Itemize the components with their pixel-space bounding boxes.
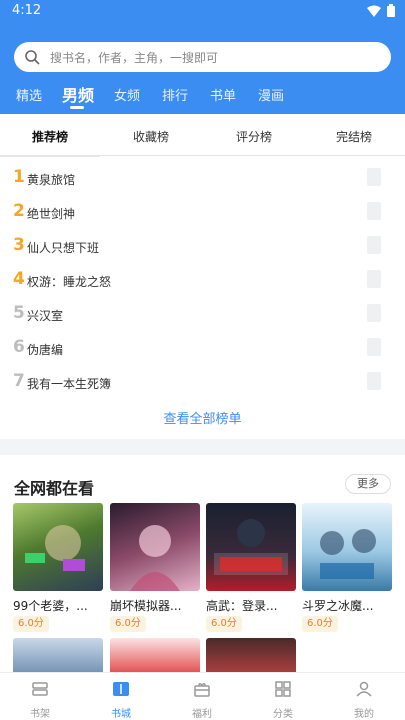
nav-welfare[interactable]: 福利 <box>172 679 232 720</box>
tab-favorite-rank[interactable]: 收藏榜 <box>133 128 169 145</box>
book-thumbnail <box>367 338 381 356</box>
tab-shudan[interactable]: 书单 <box>210 85 236 104</box>
nav-category[interactable]: 分类 <box>253 679 313 720</box>
tab-paihang[interactable]: 排行 <box>162 85 188 104</box>
book-thumbnail <box>367 270 381 288</box>
rank-book-title: 仙人只想下班 <box>27 241 100 255</box>
nav-label: 书城 <box>111 709 131 720</box>
nav-label: 我的 <box>354 709 374 720</box>
tab-manhua[interactable]: 漫画 <box>258 85 284 104</box>
tab-score-rank[interactable]: 评分榜 <box>236 128 272 145</box>
search-placeholder: 搜书名，作者，主角，一搜即可 <box>50 51 219 65</box>
book-score: 6.0分 <box>302 616 338 632</box>
nav-profile[interactable]: 我的 <box>334 679 394 720</box>
book-title: 斗罗之冰魔... <box>302 599 374 613</box>
view-all-rankings-link[interactable]: 查看全部榜单 <box>0 408 405 427</box>
book-thumbnail <box>367 202 381 220</box>
book-title: 崩坏模拟器... <box>110 599 182 613</box>
book-thumbnail <box>367 236 381 254</box>
profile-icon <box>356 681 372 697</box>
book-title: 高武：登录... <box>206 599 278 613</box>
book-score: 6.0分 <box>13 616 49 632</box>
ranking-card: 推荐榜 收藏榜 评分榜 完结榜 1 黄泉旅馆 2 绝世剑神 3 仙人只想下班 4… <box>0 114 405 439</box>
book-card[interactable]: 高武：登录... 6.0分 <box>206 503 296 632</box>
book-cover <box>302 503 392 591</box>
tab-jingxuan[interactable]: 精选 <box>16 85 42 104</box>
rank-number: 5 <box>13 303 25 323</box>
rank-tab-indicator <box>0 155 100 157</box>
book-cover[interactable] <box>110 638 200 675</box>
nav-label: 福利 <box>192 709 212 720</box>
wifi-icon <box>367 5 381 17</box>
app-header: 4:12 搜书名，作者，主角，一搜即可 精选 男频 女频 排行 书单 漫画 <box>0 0 405 114</box>
book-cover[interactable] <box>206 638 296 675</box>
status-bar: 4:12 <box>0 0 405 22</box>
popular-section: 全网都在看 更多 99个老婆，... 6.0分 崩坏模拟器... 6.0分 高武… <box>0 455 405 675</box>
book-cover <box>110 503 200 591</box>
rank-book-title: 权游：睡龙之怒 <box>27 275 112 289</box>
tab-recommend-rank[interactable]: 推荐榜 <box>32 128 68 145</box>
book-thumbnail <box>367 304 381 322</box>
rank-number: 2 <box>13 201 25 221</box>
gift-icon <box>194 682 210 697</box>
rank-number: 3 <box>13 235 25 255</box>
search-icon <box>25 50 40 65</box>
rank-row[interactable]: 4 权游：睡龙之怒 <box>0 266 405 298</box>
rank-book-title: 兴汉室 <box>27 309 64 323</box>
book-thumbnail <box>367 372 381 390</box>
book-cover[interactable] <box>13 638 103 675</box>
rank-book-title: 伪唐编 <box>27 343 64 357</box>
search-bar[interactable]: 搜书名，作者，主角，一搜即可 <box>14 42 391 72</box>
book-card[interactable]: 斗罗之冰魔... 6.0分 <box>302 503 392 632</box>
active-tab-indicator <box>70 106 84 109</box>
rank-book-title: 黄泉旅馆 <box>27 173 76 187</box>
tab-nanpin[interactable]: 男频 <box>62 82 94 106</box>
battery-icon <box>387 4 395 17</box>
rank-number: 6 <box>13 337 25 357</box>
category-icon <box>275 681 291 697</box>
nav-bookshelf[interactable]: 书架 <box>10 679 70 720</box>
rank-row[interactable]: 3 仙人只想下班 <box>0 232 405 264</box>
rank-tabs: 推荐榜 收藏榜 评分榜 完结榜 <box>0 114 405 157</box>
bookshelf-icon <box>32 682 48 696</box>
book-card[interactable]: 崩坏模拟器... 6.0分 <box>110 503 200 632</box>
book-cover <box>206 503 296 591</box>
status-icons <box>367 4 395 17</box>
tab-nvpin[interactable]: 女频 <box>114 85 140 104</box>
rank-row[interactable]: 1 黄泉旅馆 <box>0 164 405 196</box>
rank-row[interactable]: 6 伪唐编 <box>0 334 405 366</box>
book-title: 99个老婆，... <box>13 599 88 613</box>
rank-number: 4 <box>13 269 25 289</box>
nav-label: 书架 <box>30 709 50 720</box>
section-title: 全网都在看 <box>14 479 95 498</box>
rank-book-title: 绝世剑神 <box>27 207 76 221</box>
channel-tabs: 精选 男频 女频 排行 书单 漫画 <box>0 80 405 110</box>
bottom-navigation: 书架 书城 福利 分类 我的 <box>0 672 405 720</box>
rank-number: 1 <box>13 167 25 187</box>
nav-label: 分类 <box>273 709 293 720</box>
rank-book-title: 我有一本生死簿 <box>27 377 112 391</box>
rank-row[interactable]: 7 我有一本生死簿 <box>0 368 405 400</box>
more-button[interactable]: 更多 <box>345 474 391 494</box>
book-score: 6.0分 <box>206 616 242 632</box>
rank-number: 7 <box>13 371 25 391</box>
book-cover <box>13 503 103 591</box>
tab-finished-rank[interactable]: 完结榜 <box>336 128 372 145</box>
bookstore-icon <box>113 682 129 696</box>
status-time: 4:12 <box>12 3 42 18</box>
rank-row[interactable]: 2 绝世剑神 <box>0 198 405 230</box>
book-thumbnail <box>367 168 381 186</box>
nav-bookstore[interactable]: 书城 <box>91 679 151 720</box>
book-score: 6.0分 <box>110 616 146 632</box>
rank-row[interactable]: 5 兴汉室 <box>0 300 405 332</box>
book-card[interactable]: 99个老婆，... 6.0分 <box>13 503 103 632</box>
